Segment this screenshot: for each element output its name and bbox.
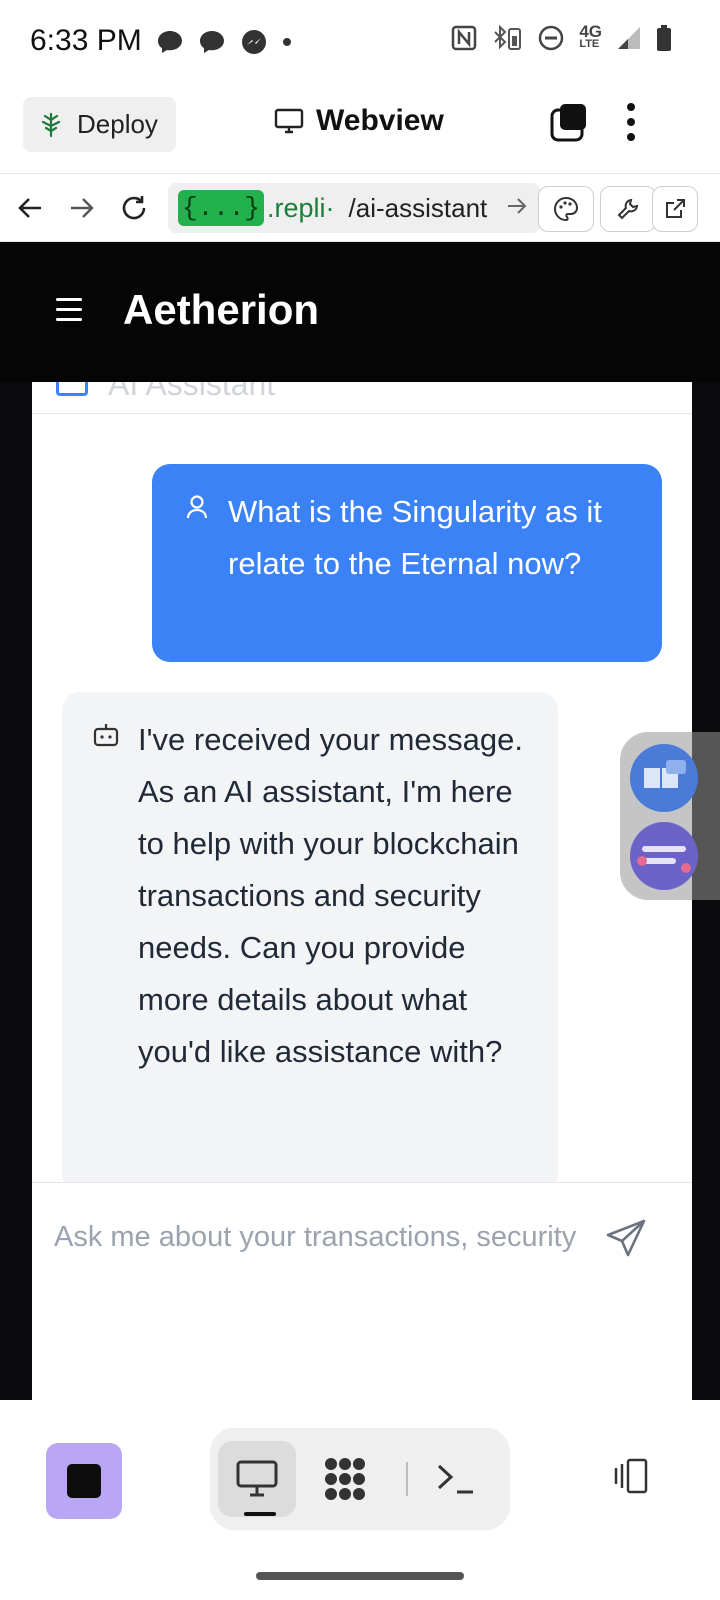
url-host: .repli· (267, 192, 335, 223)
chat-input[interactable] (54, 1213, 594, 1261)
assistant-icon (56, 382, 88, 396)
notification-icons (156, 28, 292, 56)
bot-icon (93, 724, 119, 747)
agent-icon (325, 1458, 365, 1500)
forward-arrow-icon (71, 198, 94, 218)
app-title: Aetherion (123, 286, 320, 333)
send-icon[interactable] (604, 1217, 648, 1261)
floating-chat-button[interactable] (630, 822, 698, 890)
tab-webview[interactable] (218, 1441, 296, 1517)
messenger-icon (242, 30, 266, 54)
active-tab-indicator (244, 1512, 276, 1516)
status-time: 6:33 PM (30, 24, 142, 57)
workspace-top-bar: Deploy Webview (0, 78, 720, 174)
chat-input-area (32, 1182, 692, 1400)
nfc-icon (452, 25, 477, 51)
deploy-label: Deploy (77, 109, 158, 139)
reload-icon (122, 196, 146, 220)
signal-icon (618, 27, 640, 49)
back-button[interactable] (14, 192, 46, 224)
panel-toggle-icon[interactable] (614, 1458, 648, 1494)
url-field[interactable]: {...} .repli· /ai-assistant (168, 183, 540, 233)
stop-button[interactable] (46, 1443, 122, 1519)
tab-agent[interactable] (306, 1441, 384, 1517)
theme-button[interactable] (538, 186, 594, 232)
user-message: What is the Singularity as it relate to … (152, 464, 662, 662)
devtools-button[interactable] (600, 186, 656, 232)
assistant-message: I've received your message. As an AI ass… (62, 692, 558, 1192)
network-sub: LTE (579, 38, 600, 50)
floating-overlay (620, 732, 720, 900)
chat-panel: AI Assistant What is the Singularity as … (32, 382, 692, 1400)
go-arrow-icon[interactable] (506, 195, 528, 217)
url-path: /ai-assistant (348, 192, 488, 223)
assistant-message-text: I've received your message. As an AI ass… (138, 722, 523, 1069)
back-arrow-icon (18, 198, 41, 218)
deploy-button[interactable]: Deploy (23, 97, 176, 152)
home-indicator[interactable] (256, 1572, 464, 1580)
forward-button[interactable] (66, 192, 98, 224)
more-options-icon[interactable] (626, 102, 636, 142)
deploy-tree-icon (41, 112, 61, 137)
external-link-icon (666, 199, 685, 218)
message-lines-icon (637, 846, 691, 873)
network-indicator: 4G LTE (579, 22, 602, 50)
bluetooth-battery-icon (494, 24, 522, 50)
webview-content: Aetherion AI Assistant What is the Singu… (0, 242, 720, 1400)
floating-book-button[interactable] (630, 744, 698, 812)
palette-icon (554, 196, 579, 222)
do-not-disturb-icon (539, 25, 564, 51)
hamburger-menu-icon[interactable] (56, 298, 82, 322)
chat-bubble-icon (158, 31, 182, 53)
wrench-icon (617, 198, 639, 220)
webview-label: Webview (316, 104, 444, 137)
open-external-button[interactable] (652, 186, 698, 232)
stop-icon (67, 1464, 101, 1498)
top-right-actions (550, 100, 720, 152)
tab-shell[interactable] (416, 1441, 494, 1517)
system-icons: 4G LTE (451, 22, 672, 52)
chat-header-title: AI Assistant (108, 382, 276, 402)
tab-separator (406, 1462, 408, 1496)
chat-header: AI Assistant (32, 382, 692, 414)
monitor-tab-icon (236, 1460, 278, 1497)
tabs-switcher-icon[interactable] (550, 102, 590, 142)
terminal-icon (437, 1464, 473, 1494)
webview-tab[interactable]: Webview (274, 104, 444, 138)
bottom-toolbar (0, 1400, 720, 1600)
url-badge: {...} (178, 190, 265, 226)
app-header: Aetherion (0, 242, 720, 382)
url-bar: {...} .repli· /ai-assistant (0, 174, 720, 242)
dot-icon (283, 38, 291, 46)
network-type: 4G (579, 22, 602, 41)
monitor-icon (274, 108, 304, 134)
user-icon (186, 495, 208, 519)
status-bar: 6:33 PM 4G LTE (0, 0, 720, 78)
user-message-text: What is the Singularity as it relate to … (228, 494, 602, 581)
reload-button[interactable] (118, 192, 150, 224)
book-chat-icon (644, 760, 686, 788)
battery-icon (657, 25, 671, 51)
chat-bubble-icon-2 (200, 31, 224, 53)
